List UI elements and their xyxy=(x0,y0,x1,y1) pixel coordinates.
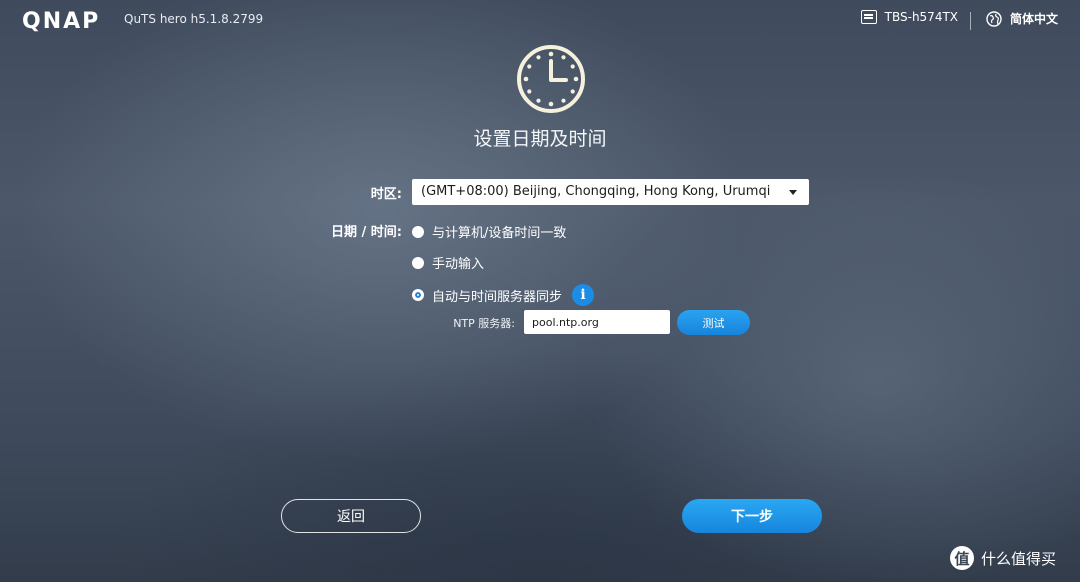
option-label: 手动输入 xyxy=(432,257,485,272)
option-label: 自动与时间服务器同步 xyxy=(432,289,563,305)
ntp-server-input[interactable] xyxy=(524,310,670,334)
clock-icon xyxy=(517,45,585,113)
top-bar: QNAP QuTS hero h5.1.8.2799 TBS-h574TX 简体… xyxy=(0,0,1080,42)
firmware-version: QuTS hero h5.1.8.2799 xyxy=(124,12,264,26)
option-label: 与计算机/设备时间一致 xyxy=(432,226,567,241)
device-info: TBS-h574TX xyxy=(860,10,958,24)
option-sync-with-computer[interactable]: 与计算机/设备时间一致 xyxy=(412,222,566,241)
option-sync-with-ntp[interactable]: 自动与时间服务器同步 i xyxy=(412,284,595,306)
watermark: 值 什么值得买 xyxy=(950,546,1056,570)
timezone-select[interactable]: (GMT+08:00) Beijing, Chongqing, Hong Kon… xyxy=(412,179,809,205)
timezone-label: 时区: xyxy=(370,187,402,202)
radio-button[interactable] xyxy=(412,256,424,269)
next-button[interactable]: 下一步 xyxy=(682,499,822,533)
timezone-value: (GMT+08:00) Beijing, Chongqing, Hong Kon… xyxy=(421,184,771,199)
option-manual-input[interactable]: 手动输入 xyxy=(412,253,484,272)
watermark-text: 什么值得买 xyxy=(981,549,1057,568)
ntp-server-label: NTP 服务器: xyxy=(453,317,515,330)
qnap-logo: QNAP xyxy=(22,9,101,34)
language-selector[interactable]: 简体中文 xyxy=(986,10,1058,27)
nas-device-icon xyxy=(860,10,877,24)
header-divider xyxy=(970,12,971,30)
page-title: 设置日期及时间 xyxy=(473,128,607,150)
datetime-label: 日期 / 时间: xyxy=(331,225,402,240)
caret-down-icon xyxy=(789,190,797,195)
test-button[interactable]: 测试 xyxy=(677,310,750,335)
watermark-logo: 值 xyxy=(950,546,974,570)
language-label: 简体中文 xyxy=(1010,12,1059,26)
globe-icon xyxy=(986,10,1002,27)
radio-button[interactable] xyxy=(412,225,424,238)
radio-button-selected[interactable] xyxy=(412,289,424,301)
info-icon[interactable]: i xyxy=(572,284,595,306)
device-name: TBS-h574TX xyxy=(884,10,958,24)
back-button[interactable]: 返回 xyxy=(281,499,421,533)
